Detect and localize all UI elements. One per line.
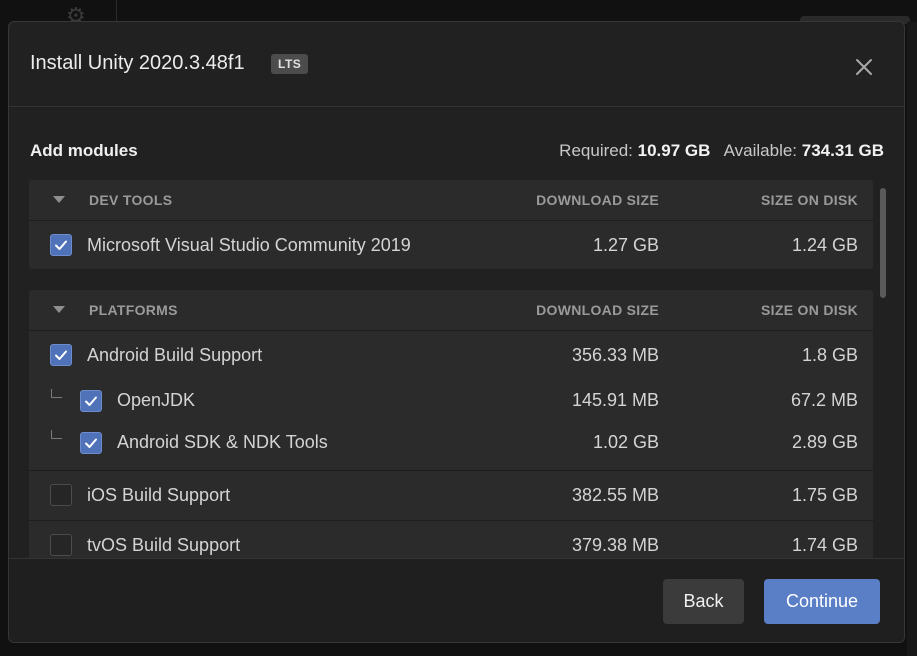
module-name: Android SDK & NDK Tools: [117, 432, 328, 452]
dialog-header: Install Unity 2020.3.48f1 LTS: [9, 22, 904, 107]
column-size-on-disk: SIZE ON DISK: [761, 192, 858, 208]
caret-down-icon[interactable]: [53, 306, 65, 313]
column-size-on-disk: SIZE ON DISK: [761, 302, 858, 318]
section-title: PLATFORMS: [89, 302, 178, 318]
dialog-title: Install Unity 2020.3.48f1: [30, 52, 245, 74]
close-icon: [856, 59, 872, 75]
module-name: Microsoft Visual Studio Community 2019: [87, 235, 411, 255]
modules-list[interactable]: DEV TOOLS DOWNLOAD SIZE SIZE ON DISK Mic…: [9, 180, 904, 558]
section-title: DEV TOOLS: [89, 192, 173, 208]
install-dialog: Install Unity 2020.3.48f1 LTS Add module…: [8, 21, 905, 643]
module-checkbox[interactable]: [50, 484, 72, 506]
module-download-size: 1.02 GB: [592, 432, 659, 452]
module-row[interactable]: Microsoft Visual Studio Community 2019 1…: [29, 221, 873, 269]
caret-down-icon[interactable]: [53, 196, 65, 203]
module-row[interactable]: Android Build Support 356.33 MB 1.8 GB: [29, 331, 873, 379]
required-label: Required:: [559, 141, 633, 160]
required-value: 10.97 GB: [637, 141, 711, 160]
check-icon: [85, 438, 97, 448]
module-name: OpenJDK: [117, 390, 196, 410]
module-checkbox[interactable]: [80, 432, 102, 454]
module-download-size: 379.38 MB: [571, 535, 659, 555]
module-disk-size: 1.24 GB: [791, 235, 858, 255]
module-checkbox[interactable]: [50, 234, 72, 256]
module-download-size: 356.33 MB: [571, 345, 659, 365]
column-download-size: DOWNLOAD SIZE: [536, 302, 659, 318]
module-name: Android Build Support: [87, 345, 263, 365]
back-button[interactable]: Back: [663, 579, 744, 624]
background-divider: [116, 0, 117, 22]
submodule-row[interactable]: OpenJDK 145.91 MB 67.2 MB: [29, 379, 873, 423]
module-name: tvOS Build Support: [87, 535, 241, 555]
module-row[interactable]: tvOS Build Support 379.38 MB 1.74 GB: [29, 520, 873, 558]
section-header[interactable]: DEV TOOLS DOWNLOAD SIZE SIZE ON DISK: [29, 180, 873, 221]
module-checkbox[interactable]: [50, 534, 72, 556]
check-icon: [55, 350, 67, 360]
module-disk-size: 67.2 MB: [790, 390, 858, 410]
module-disk-size: 1.74 GB: [791, 535, 858, 555]
modules-header: Add modules Required: 10.97 GB Available…: [30, 141, 884, 163]
module-checkbox[interactable]: [50, 344, 72, 366]
module-disk-size: 2.89 GB: [791, 432, 858, 452]
check-icon: [55, 240, 67, 250]
column-download-size: DOWNLOAD SIZE: [536, 192, 659, 208]
available-label: Available:: [723, 141, 798, 160]
section-dev-tools: DEV TOOLS DOWNLOAD SIZE SIZE ON DISK Mic…: [29, 180, 873, 269]
modules-heading: Add modules: [30, 141, 138, 160]
check-icon: [85, 396, 97, 406]
module-download-size: 382.55 MB: [571, 485, 659, 505]
module-download-size: 1.27 GB: [592, 235, 659, 255]
module-disk-size: 1.75 GB: [791, 485, 858, 505]
disk-space-info: Required: 10.97 GB Available: 734.31 GB: [559, 141, 884, 161]
module-disk-size: 1.8 GB: [801, 345, 858, 365]
section-platforms: PLATFORMS DOWNLOAD SIZE SIZE ON DISK And…: [29, 290, 873, 558]
background-panel: [907, 22, 917, 656]
continue-button[interactable]: Continue: [764, 579, 880, 624]
module-name: iOS Build Support: [87, 485, 231, 505]
module-checkbox[interactable]: [80, 390, 102, 412]
section-header[interactable]: PLATFORMS DOWNLOAD SIZE SIZE ON DISK: [29, 290, 873, 331]
module-download-size: 145.91 MB: [571, 390, 659, 410]
module-row[interactable]: iOS Build Support 382.55 MB 1.75 GB: [29, 470, 873, 520]
tree-connector: [51, 430, 62, 439]
scrollbar[interactable]: [880, 188, 886, 298]
dialog-footer: Back Continue: [9, 558, 904, 642]
submodule-row[interactable]: Android SDK & NDK Tools 1.02 GB 2.89 GB: [29, 423, 873, 470]
available-value: 734.31 GB: [801, 141, 884, 160]
close-button[interactable]: [848, 51, 880, 83]
tree-connector: [51, 389, 62, 398]
lts-badge: LTS: [271, 54, 309, 74]
